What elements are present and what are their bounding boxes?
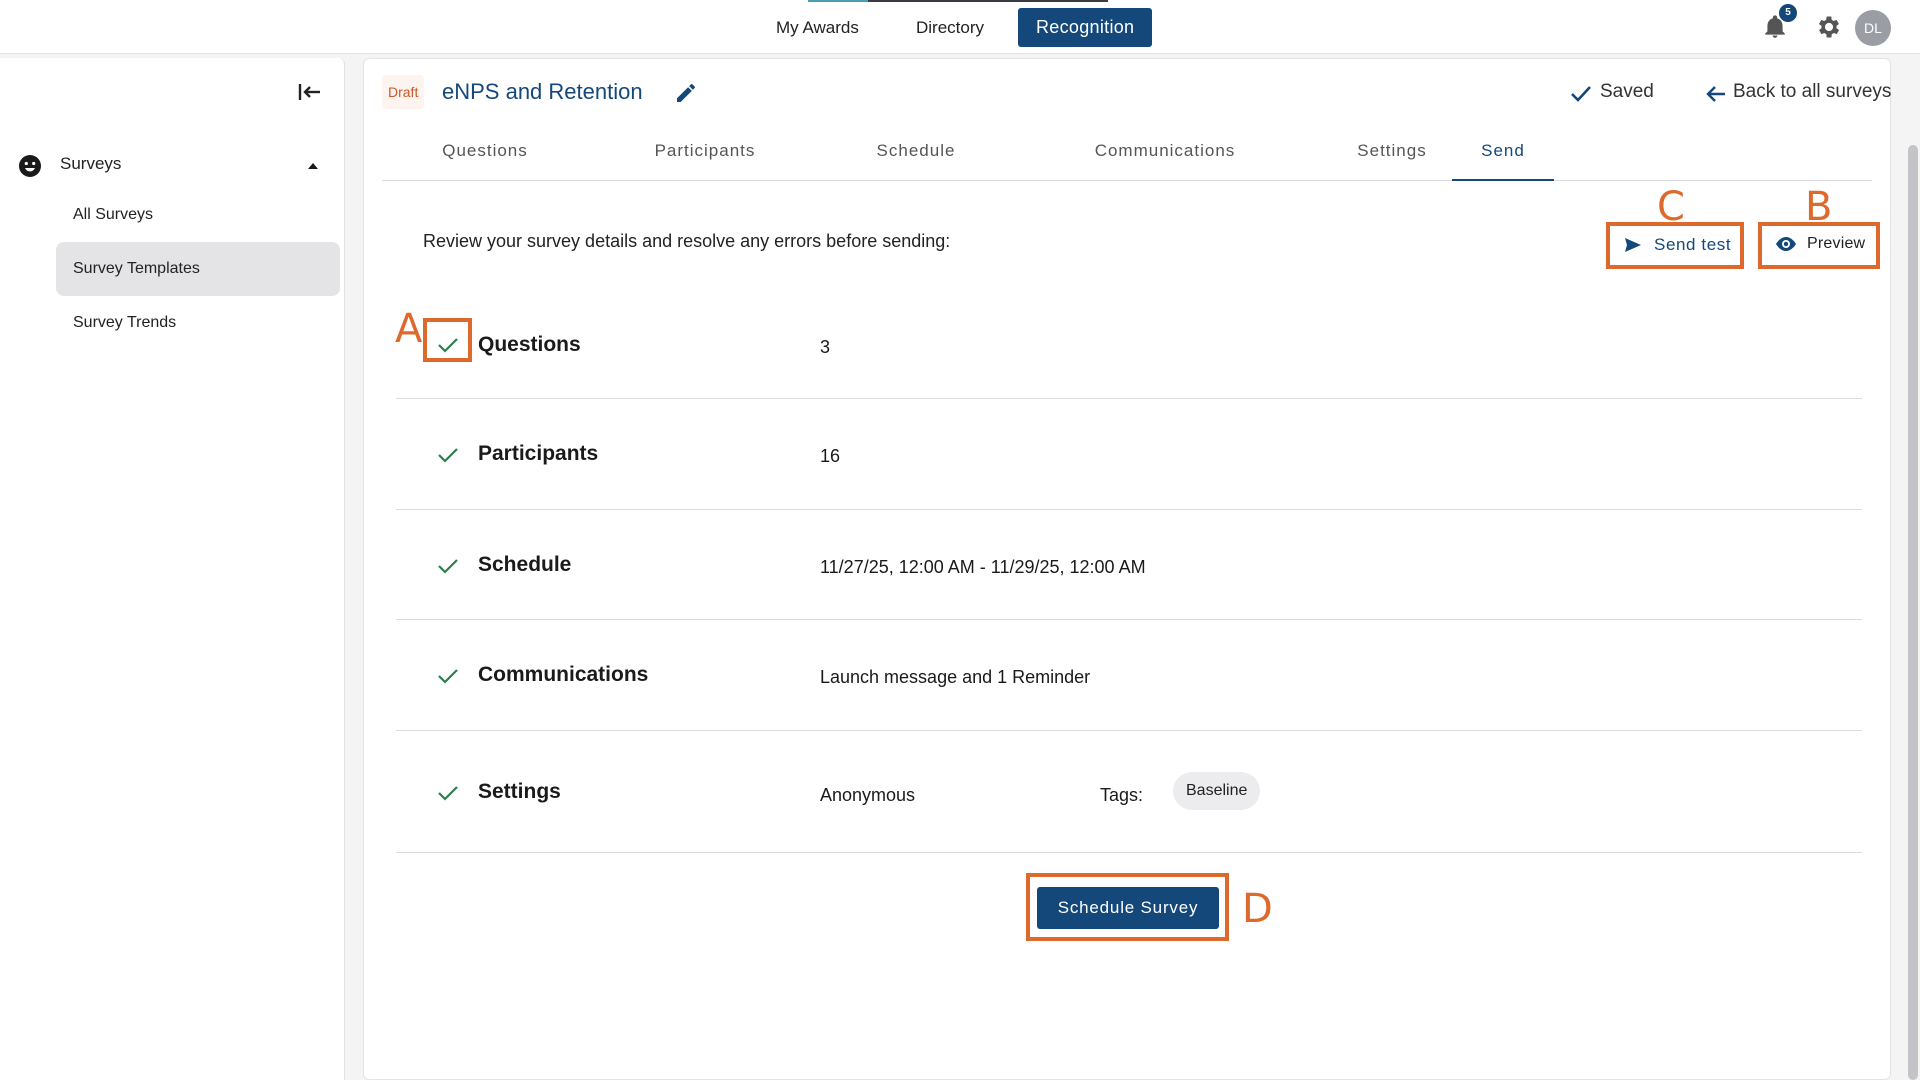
status-badge: Draft [382,75,425,109]
annotation-box-a [423,318,472,362]
annotation-label-c: C [1657,184,1685,230]
tab-participants[interactable]: Participants [630,123,780,181]
collapse-sidebar-icon[interactable] [296,80,324,104]
sidebar: Surveys All Surveys Survey Templates Sur… [0,58,345,1080]
review-instructions: Review your survey details and resolve a… [423,231,951,251]
top-bar: My Awards Directory Recognition 5 DL [0,0,1920,54]
notification-count-badge: 5 [1779,4,1797,22]
annotation-label-a: A [395,306,423,352]
row-value: 16 [820,446,841,466]
review-row-questions: Questions 3 [396,299,1862,399]
annotation-box-d [1026,873,1229,941]
nav-directory[interactable]: Directory [898,8,1002,47]
sidebar-section-label: Surveys [60,154,122,173]
row-value: 11/27/25, 12:00 AM - 11/29/25, 12:00 AM [820,557,1146,577]
row-label: Communications [478,663,649,686]
back-label: Back to all surveys [1733,81,1892,102]
survey-tabs: Questions Participants Schedule Communic… [382,123,1872,181]
arrow-left-icon [1706,86,1725,102]
row-label: Participants [478,442,599,465]
tab-questions[interactable]: Questions [422,123,548,181]
review-row-communications: Communications Launch message and 1 Remi… [396,620,1862,731]
nav-my-awards[interactable]: My Awards [758,8,877,47]
layout-gap [349,58,363,1080]
tags-label: Tags: [1100,785,1144,805]
sidebar-item-all-surveys[interactable]: All Surveys [56,188,340,242]
annotation-label-b: B [1805,184,1833,230]
review-row-schedule: Schedule 11/27/25, 12:00 AM - 11/29/25, … [396,510,1862,620]
tab-send[interactable]: Send [1452,123,1554,181]
nav-recognition[interactable]: Recognition [1018,8,1153,47]
tab-communications[interactable]: Communications [1065,123,1265,181]
caret-up-icon[interactable] [306,159,320,173]
row-label: Questions [478,333,581,356]
tab-schedule[interactable]: Schedule [861,123,971,181]
sidebar-section-surveys[interactable]: Surveys [18,142,328,186]
row-value: Launch message and 1 Reminder [820,667,1091,687]
check-icon [1571,86,1591,102]
survey-header: Draft eNPS and Retention Saved Back to a… [382,73,1891,113]
annotation-label-d: D [1242,886,1273,932]
check-icon [438,786,458,801]
tag-chip: Baseline [1173,772,1261,810]
sidebar-item-survey-trends[interactable]: Survey Trends [56,296,340,350]
smiley-icon [19,155,41,177]
row-value: Anonymous [820,785,916,805]
survey-title: eNPS and Retention [442,79,643,104]
check-icon [438,669,458,684]
row-label: Schedule [478,553,572,576]
check-icon [438,448,458,463]
saved-label: Saved [1600,81,1654,102]
gear-icon[interactable] [1815,13,1843,41]
review-row-participants: Participants 16 [396,399,1862,510]
tab-settings[interactable]: Settings [1332,123,1452,181]
row-value: 3 [820,337,831,357]
review-row-settings: Settings Anonymous Tags: Baseline [396,731,1862,853]
row-label: Settings [478,780,561,803]
check-icon [438,559,458,574]
sidebar-item-survey-templates[interactable]: Survey Templates [56,242,340,296]
scrollbar-thumb[interactable] [1908,145,1918,1080]
top-navigation: My Awards Directory Recognition [0,0,1920,54]
user-avatar[interactable]: DL [1855,10,1891,46]
pencil-icon[interactable] [674,81,698,105]
